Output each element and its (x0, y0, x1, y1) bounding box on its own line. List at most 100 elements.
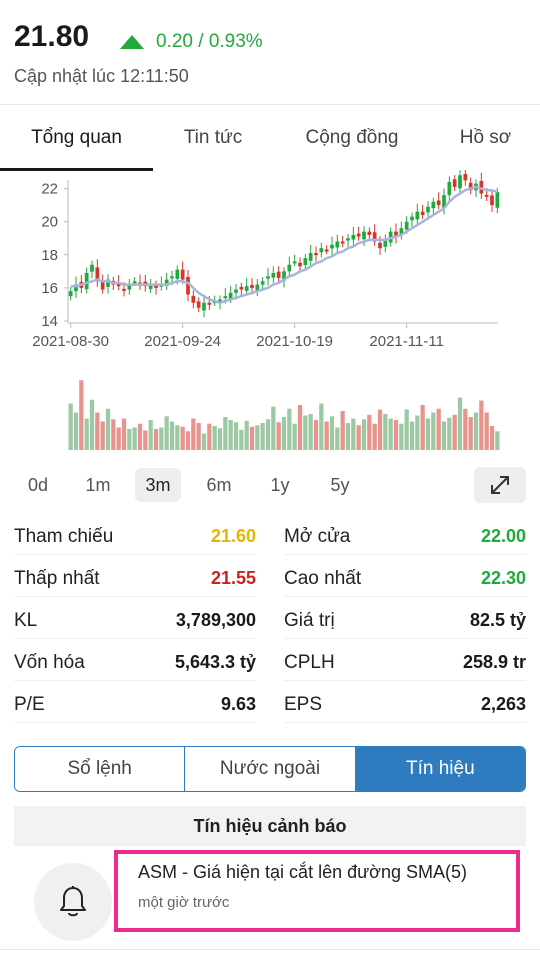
volume-bar (79, 380, 84, 450)
tab-profile[interactable]: Hồ sơ (431, 105, 540, 171)
stat-value-market-cap: 5,643.3 tỷ (174, 652, 256, 672)
candle-body (415, 211, 420, 220)
volume-bar (228, 420, 233, 450)
candle-body (271, 272, 276, 278)
detail-segmented-control: Sổ lệnh Nước ngoài Tín hiệu (14, 746, 526, 792)
candle-body (351, 234, 356, 240)
period-5y[interactable]: 5y (318, 468, 362, 502)
tab-overview[interactable]: Tổng quan (0, 105, 153, 171)
candle-body (314, 253, 318, 256)
candle-body (68, 291, 73, 297)
candle-body (308, 253, 313, 261)
y-tick-label: 20 (41, 214, 58, 231)
volume-bar (409, 421, 415, 450)
candle-body (340, 241, 345, 244)
volume-bar (473, 412, 479, 450)
stat-label-value: Giá trị (284, 610, 335, 631)
candle-body (223, 296, 228, 299)
candle-body (276, 271, 281, 278)
volume-bar (468, 417, 473, 450)
volume-bar (329, 416, 335, 450)
divider (14, 680, 256, 681)
list-item[interactable]: ASM - Giá hiện tại cắt lên đường SMA(5) … (0, 846, 540, 950)
segment-foreign[interactable]: Nước ngoài (185, 747, 356, 791)
volume-bar (495, 431, 500, 450)
candle-body (426, 206, 430, 213)
divider (284, 722, 526, 723)
volume-bar (260, 423, 265, 450)
candle-body (287, 264, 292, 272)
price-chart[interactable]: 22 20 18 16 14 2021-08-30 2021-09-24 2021-10-19… (0, 170, 540, 460)
candle-body (303, 258, 308, 266)
volume-bar (420, 405, 425, 450)
price-change-text: 0.20 / 0.93% (156, 31, 263, 52)
bell-icon (60, 886, 86, 917)
y-tick-label: 16 (41, 280, 58, 297)
stat-label-high: Cao nhất (284, 568, 362, 589)
divider (14, 638, 256, 639)
candle-body (484, 194, 489, 197)
volume-bar (201, 433, 207, 450)
candle-body (367, 231, 372, 235)
candle-body (335, 241, 340, 248)
candle-body (356, 233, 361, 237)
candle-body (175, 269, 180, 279)
candlestick-chart[interactable]: 22 20 18 16 14 2021-08-30 2021-09-24 2021-10-19… (0, 170, 540, 460)
candle-body (330, 244, 334, 249)
y-tick-label: 18 (41, 247, 58, 264)
volume-bar (425, 418, 431, 450)
candle-body (447, 181, 452, 196)
segment-order-book[interactable]: Sổ lệnh (15, 747, 186, 791)
volume-bar (372, 423, 377, 450)
stat-value-shares: 258.9 tr (462, 652, 526, 672)
period-1y[interactable]: 1y (258, 468, 302, 502)
stat-label-shares: CPLH (284, 652, 335, 673)
tab-community[interactable]: Cộng đồng (273, 105, 431, 171)
volume-bar (180, 426, 185, 450)
candle-body (495, 191, 500, 208)
volume-bar (484, 412, 489, 450)
volume-bar (340, 411, 345, 450)
volume-bar (399, 423, 404, 450)
period-6m[interactable]: 6m (197, 468, 241, 502)
volume-bar (388, 418, 393, 450)
volume-bar (356, 425, 361, 450)
period-3m[interactable]: 3m (135, 468, 181, 502)
candle-body (244, 286, 249, 291)
volume-bar (239, 429, 244, 450)
quote-header: 21.80 0.20 / 0.93% Cập nhật lúc 12:11:50 (0, 0, 540, 104)
stat-label-pe: P/E (14, 694, 45, 715)
volume-bar (265, 419, 271, 450)
y-tick-label: 14 (41, 313, 58, 330)
candle-body (404, 221, 409, 230)
candle-body (180, 269, 185, 280)
candle-body (436, 200, 441, 206)
volume-bar (185, 431, 191, 450)
period-0d[interactable]: 0d (16, 468, 60, 502)
volume-bar (447, 417, 452, 450)
candle-body (132, 281, 137, 284)
signal-title: ASM - Giá hiện tại cắt lên đường SMA(5) (138, 862, 467, 882)
volume-bar (271, 406, 276, 450)
stat-label-volume: KL (14, 610, 38, 631)
candle-body (202, 302, 206, 311)
volume-bar (233, 422, 239, 450)
x-tick-label: 2021-09-24 (144, 333, 221, 350)
stat-value-eps: 2,263 (480, 694, 526, 714)
update-time: Cập nhật lúc 12:11:50 (14, 66, 189, 86)
tab-news[interactable]: Tin tức (153, 105, 273, 171)
divider (284, 596, 526, 597)
candle-body (260, 281, 265, 285)
segment-signals[interactable]: Tín hiệu (355, 747, 525, 791)
expand-chart-button[interactable] (474, 467, 526, 503)
period-selector: 0d 1m 3m 6m 1y 5y (0, 466, 540, 506)
period-1m[interactable]: 1m (76, 468, 120, 502)
stat-label-open: Mở cửa (284, 526, 351, 547)
candle-body (362, 231, 366, 240)
volume-bar (132, 427, 137, 450)
up-arrow-icon (120, 35, 144, 49)
candle-body (84, 272, 89, 290)
candle-body (298, 262, 302, 267)
candle-body (463, 173, 468, 181)
stat-value-reference: 21.60 (210, 526, 256, 546)
